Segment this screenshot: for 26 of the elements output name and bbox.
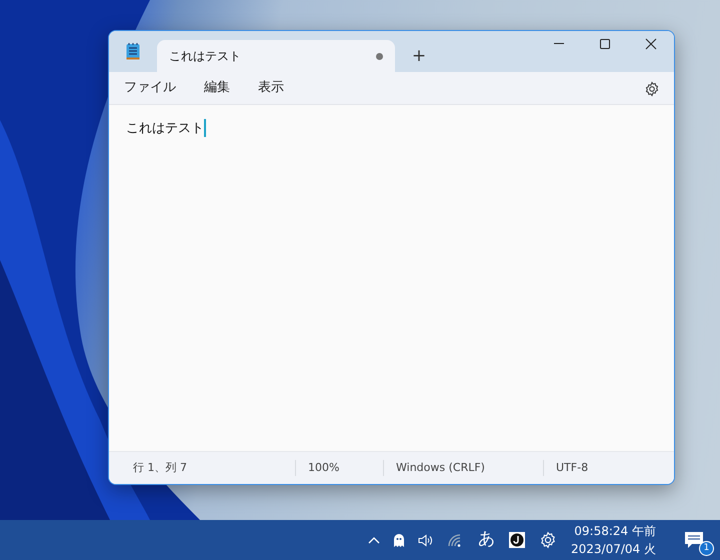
text-cursor: [204, 119, 206, 138]
chevron-up-icon[interactable]: [368, 536, 380, 544]
clock-date[interactable]: 2023/07/04 火: [571, 540, 656, 558]
close-icon: [645, 38, 657, 50]
ime-mode-indicator[interactable]: あ: [478, 527, 496, 553]
menu-item[interactable]: 編集: [195, 74, 239, 102]
new-tab-button[interactable]: +: [395, 40, 443, 72]
ghost-icon[interactable]: [394, 534, 404, 546]
tab-title: これはテスト: [169, 48, 241, 65]
notepad-icon: [126, 43, 140, 60]
status-text: 100%: [295, 460, 383, 476]
speaker-icon[interactable]: [418, 534, 434, 546]
document-tab[interactable]: これはテスト: [157, 40, 395, 72]
notification-icon[interactable]: [684, 531, 704, 549]
menu-item[interactable]: ファイル: [115, 74, 185, 102]
app-tray-icon[interactable]: [509, 532, 526, 548]
clock-time[interactable]: 09:58:24 午前: [571, 522, 656, 540]
maximize-icon: [599, 38, 611, 50]
menu-item[interactable]: 表示: [249, 74, 293, 102]
document-text[interactable]: これはテスト: [126, 121, 204, 136]
settings-icon: [644, 80, 660, 97]
notification-count-badge: 1: [699, 541, 714, 556]
status-text: 行 1、列 7: [132, 460, 188, 476]
status-text: Windows (CRLF): [383, 460, 543, 476]
status-text: UTF-8: [543, 460, 600, 476]
settings-icon[interactable]: [539, 531, 558, 549]
